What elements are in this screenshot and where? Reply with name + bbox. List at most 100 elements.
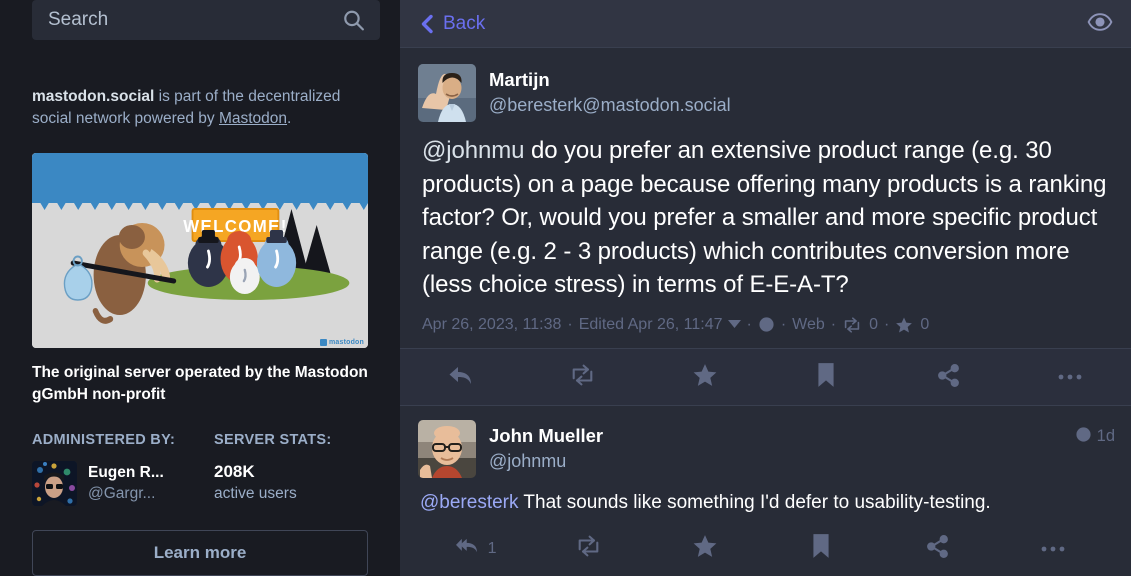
reply-all-button[interactable]: 1 xyxy=(418,535,534,562)
reply-text: That sounds like something I'd defer to … xyxy=(518,491,991,513)
chevron-down-icon[interactable] xyxy=(727,320,741,329)
status-application: Web xyxy=(792,315,825,333)
chevron-left-icon xyxy=(420,14,434,34)
admin-account[interactable]: Eugen R... @Gargr... xyxy=(32,461,214,506)
meta-separator-4: · xyxy=(830,315,837,333)
share-icon xyxy=(936,363,961,391)
reply-all-icon xyxy=(455,535,481,562)
favourite-button[interactable] xyxy=(644,349,766,405)
boost-icon[interactable] xyxy=(842,316,862,333)
boost-icon xyxy=(569,364,596,389)
boost-button[interactable] xyxy=(522,349,644,405)
server-blurb: mastodon.social is part of the decentral… xyxy=(32,86,368,130)
mention-link[interactable]: @beresterk xyxy=(420,492,519,513)
favourite-button[interactable] xyxy=(650,533,766,564)
more-button[interactable] xyxy=(1009,349,1131,405)
star-icon xyxy=(692,533,718,564)
star-icon[interactable] xyxy=(895,316,913,334)
admin-text: Eugen R... @Gargr... xyxy=(88,463,164,504)
account-handle: @johnmu xyxy=(489,450,567,471)
search-bar[interactable] xyxy=(32,0,380,40)
boost-icon xyxy=(575,535,602,562)
share-button[interactable] xyxy=(887,349,1009,405)
status-author[interactable]: Martijn @beresterk@mastodon.social xyxy=(489,64,731,118)
boost-count: 0 xyxy=(869,315,879,333)
welcome-illustration: WELCOME! xyxy=(32,153,368,348)
mastodon-link[interactable]: Mastodon xyxy=(219,110,287,127)
server-stats-heading: SERVER STATS: xyxy=(214,432,332,448)
reply-header: John Mueller @johnmu 1d xyxy=(418,419,1115,478)
server-blurb-end: . xyxy=(287,110,292,127)
display-name: John Mueller xyxy=(489,424,604,446)
status-text: do you prefer an extensive product range… xyxy=(422,137,1107,298)
share-button[interactable] xyxy=(883,534,999,564)
star-icon xyxy=(692,362,718,391)
search-icon[interactable] xyxy=(341,8,366,33)
ellipsis-icon xyxy=(1041,540,1065,558)
administered-by-heading: ADMINISTERED BY: xyxy=(32,432,176,448)
status-timestamp[interactable]: Apr 26, 2023, 11:38 xyxy=(422,316,561,334)
status-column: Back Martijn @beresterk@mastodon.social … xyxy=(400,0,1131,576)
reply-action-bar: 1 xyxy=(418,532,1115,566)
admin-display-name: Eugen R... xyxy=(88,464,164,481)
server-description: The original server operated by the Mast… xyxy=(32,364,368,403)
toggle-media-button[interactable] xyxy=(1087,9,1113,38)
meta-separator-3: · xyxy=(780,315,787,333)
ellipsis-icon xyxy=(1058,369,1082,384)
bookmark-icon xyxy=(811,533,831,564)
meta-separator-2: · xyxy=(746,315,752,333)
active-users-label: active users xyxy=(214,485,297,502)
favourite-count: 0 xyxy=(920,315,930,333)
search-input[interactable] xyxy=(32,0,380,40)
admin-avatar-image xyxy=(32,461,77,506)
more-button[interactable] xyxy=(999,540,1115,558)
server-domain: mastodon.social xyxy=(32,88,155,105)
avatar-image xyxy=(418,64,476,122)
admin-avatar[interactable] xyxy=(32,461,77,506)
globe-icon xyxy=(758,316,775,333)
account-handle: @beresterk@mastodon.social xyxy=(489,95,731,115)
column-header: Back xyxy=(400,0,1131,48)
boost-button[interactable] xyxy=(534,535,650,562)
mastodon-logo-icon xyxy=(319,339,327,346)
status-meta: Apr 26, 2023, 11:38 · Edited Apr 26, 11:… xyxy=(422,316,1113,348)
back-label: Back xyxy=(443,12,486,34)
eye-icon xyxy=(1087,9,1113,38)
reply-content: @beresterk That sounds like something I'… xyxy=(420,490,1113,516)
avatar-image xyxy=(418,419,476,478)
avatar[interactable] xyxy=(418,64,476,122)
bookmark-button[interactable] xyxy=(767,533,883,564)
sidebar: mastodon.social is part of the decentral… xyxy=(0,0,400,576)
globe-icon xyxy=(1075,426,1092,448)
bookmark-icon xyxy=(816,362,836,391)
share-icon xyxy=(925,534,950,564)
reply-count: 1 xyxy=(487,539,497,557)
relative-time-label: 1d xyxy=(1096,427,1115,445)
reply-author[interactable]: John Mueller @johnmu xyxy=(489,420,1062,474)
reply-icon xyxy=(448,363,474,390)
meta-separator-1: · xyxy=(567,315,573,333)
server-hero-image[interactable]: WELCOME! mastodon xyxy=(32,153,368,348)
display-name: Martijn xyxy=(489,69,550,90)
server-stats-column: SERVER STATS: 208K active users xyxy=(214,432,368,506)
learn-more-button[interactable]: Learn more xyxy=(32,530,368,576)
avatar[interactable] xyxy=(418,419,476,478)
meta-separator-5: · xyxy=(884,315,890,333)
status-action-bar xyxy=(400,347,1131,406)
watermark-label: mastodon xyxy=(328,339,364,346)
mastodon-watermark: mastodon xyxy=(319,339,364,346)
status-edited-timestamp[interactable]: Edited Apr 26, 11:47 xyxy=(579,316,723,334)
mention-link[interactable]: @johnmu xyxy=(422,137,524,164)
server-stats-row: ADMINISTERED BY: Eugen R... @Gargr... SE… xyxy=(32,432,368,506)
administered-by-column: ADMINISTERED BY: Eugen R... @Gargr... xyxy=(32,432,214,506)
active-users-count: 208K xyxy=(214,462,255,481)
reply-status: John Mueller @johnmu 1d @beresterk That … xyxy=(400,406,1131,566)
back-button[interactable]: Back xyxy=(420,13,485,35)
admin-handle: @Gargr... xyxy=(88,485,156,502)
detailed-status: Martijn @beresterk@mastodon.social @john… xyxy=(400,48,1131,348)
reply-button[interactable] xyxy=(400,349,522,405)
status-content: @johnmu do you prefer an extensive produ… xyxy=(422,134,1113,302)
bookmark-button[interactable] xyxy=(765,349,887,405)
mastodon-app: mastodon.social is part of the decentral… xyxy=(0,0,1131,576)
relative-timestamp[interactable]: 1d xyxy=(1075,420,1115,448)
